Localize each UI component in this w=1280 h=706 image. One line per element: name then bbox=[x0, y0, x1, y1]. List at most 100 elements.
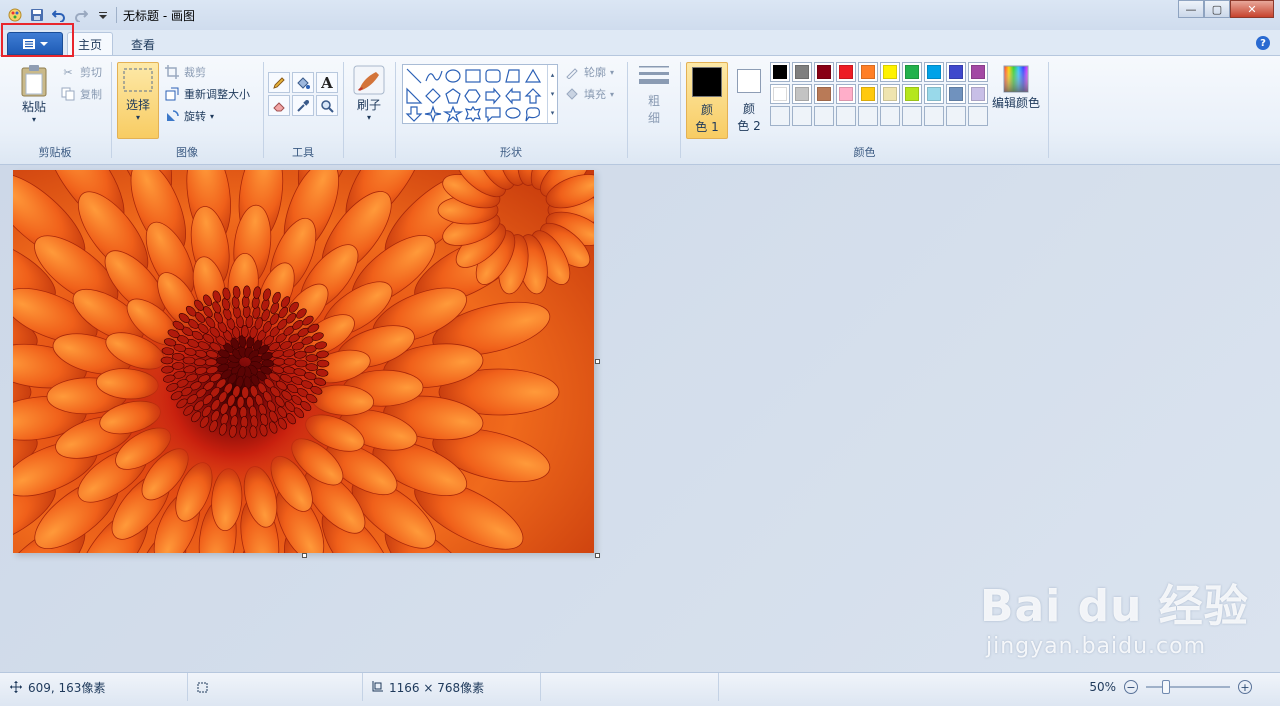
palette-color-1-6[interactable] bbox=[902, 84, 922, 104]
rotate-button[interactable]: 旋转 ▾ bbox=[164, 106, 214, 126]
pencil-icon[interactable] bbox=[268, 72, 290, 93]
palette-color-1-2[interactable] bbox=[814, 84, 834, 104]
palette-swatch bbox=[927, 65, 941, 79]
palette-color-1-7[interactable] bbox=[924, 84, 944, 104]
zoom-in-button[interactable]: + bbox=[1238, 680, 1252, 694]
undo-icon[interactable] bbox=[50, 6, 68, 24]
palette-custom-empty[interactable] bbox=[858, 106, 878, 126]
magnifier-icon[interactable] bbox=[316, 95, 338, 116]
select-icon bbox=[123, 68, 153, 92]
palette-color-0-7[interactable] bbox=[924, 62, 944, 82]
palette-custom-empty[interactable] bbox=[968, 106, 988, 126]
selection-icon bbox=[194, 679, 210, 695]
ribbon-separator bbox=[627, 62, 628, 158]
line-size-icon bbox=[639, 66, 669, 84]
palette-color-1-8[interactable] bbox=[946, 84, 966, 104]
zoom-slider[interactable] bbox=[1146, 679, 1230, 695]
edit-colors-button[interactable]: 编辑颜色 bbox=[990, 64, 1042, 111]
fill-bucket-icon[interactable] bbox=[292, 72, 314, 93]
palette-color-0-6[interactable] bbox=[902, 62, 922, 82]
palette-custom-empty[interactable] bbox=[924, 106, 944, 126]
palette-color-0-2[interactable] bbox=[814, 62, 834, 82]
redo-icon[interactable] bbox=[72, 6, 90, 24]
resize-handle-bottom[interactable] bbox=[302, 553, 307, 558]
color1-button[interactable]: 颜 色 1 bbox=[686, 62, 728, 139]
palette-color-0-3[interactable] bbox=[836, 62, 856, 82]
color2-button[interactable]: 颜 色 2 bbox=[729, 62, 769, 139]
minimize-button[interactable]: — bbox=[1178, 0, 1204, 18]
menu-icon bbox=[23, 38, 35, 49]
palette-color-0-5[interactable] bbox=[880, 62, 900, 82]
shapes-scrollbar[interactable]: ▴ ▾ ▾ bbox=[547, 65, 557, 123]
edit-colors-icon bbox=[1003, 65, 1029, 93]
palette-color-0-0[interactable] bbox=[770, 62, 790, 82]
palette-color-0-4[interactable] bbox=[858, 62, 878, 82]
zoom-slider-track bbox=[1146, 686, 1230, 688]
tab-view[interactable]: 查看 bbox=[121, 32, 165, 56]
color-picker-icon[interactable] bbox=[292, 95, 314, 116]
palette-custom-empty[interactable] bbox=[880, 106, 900, 126]
fill-button[interactable]: 填充 ▾ bbox=[564, 84, 614, 104]
palette-color-0-1[interactable] bbox=[792, 62, 812, 82]
chevron-down-icon: ▾ bbox=[610, 67, 615, 77]
palette-custom-empty[interactable] bbox=[792, 106, 812, 126]
paste-button[interactable]: 粘贴 ▾ bbox=[14, 64, 54, 124]
canvas-image[interactable] bbox=[13, 170, 594, 553]
image-group: 选择 ▾ 裁剪 重新调整大小 旋转 ▾ 图像 bbox=[112, 56, 262, 164]
maximize-button[interactable]: ▢ bbox=[1204, 0, 1230, 18]
tab-home[interactable]: 主页 bbox=[67, 32, 114, 56]
palette-swatch bbox=[971, 65, 985, 79]
customize-qat-icon[interactable] bbox=[94, 6, 112, 24]
chevron-up-icon[interactable]: ▴ bbox=[551, 71, 555, 79]
palette-color-1-3[interactable] bbox=[836, 84, 856, 104]
palette-color-1-1[interactable] bbox=[792, 84, 812, 104]
title-bar: 无标题 - 画图 — ▢ ✕ bbox=[0, 0, 1280, 30]
palette-custom-empty[interactable] bbox=[836, 106, 856, 126]
palette-color-1-5[interactable] bbox=[880, 84, 900, 104]
palette-color-1-0[interactable] bbox=[770, 84, 790, 104]
outline-button[interactable]: 轮廓 ▾ bbox=[564, 62, 614, 82]
flower-floret bbox=[283, 357, 297, 366]
palette-custom-empty[interactable] bbox=[902, 106, 922, 126]
crop-button[interactable]: 裁剪 bbox=[164, 62, 206, 82]
cut-button[interactable]: ✂ 剪切 bbox=[60, 62, 102, 82]
minimize-icon: — bbox=[1185, 2, 1197, 16]
palette-color-1-4[interactable] bbox=[858, 84, 878, 104]
resize-handle-right[interactable] bbox=[595, 359, 600, 364]
zoom-out-button[interactable]: − bbox=[1124, 680, 1138, 694]
size-button[interactable]: 粗 细 bbox=[634, 64, 674, 126]
cursor-position: 609, 163像素 bbox=[8, 673, 188, 701]
save-icon[interactable] bbox=[28, 6, 46, 24]
flower-image bbox=[13, 170, 594, 553]
copy-button[interactable]: 复制 bbox=[60, 84, 102, 104]
palette-color-0-8[interactable] bbox=[946, 62, 966, 82]
palette-color-0-9[interactable] bbox=[968, 62, 988, 82]
paint-menu-button[interactable] bbox=[7, 32, 63, 55]
close-button[interactable]: ✕ bbox=[1230, 0, 1274, 18]
resize-button[interactable]: 重新调整大小 bbox=[164, 84, 250, 104]
flower-floret bbox=[182, 356, 196, 365]
palette-color-1-9[interactable] bbox=[968, 84, 988, 104]
palette-custom-empty[interactable] bbox=[946, 106, 966, 126]
paint-app-icon[interactable] bbox=[6, 6, 24, 24]
brushes-button[interactable]: 刷子 ▾ bbox=[350, 64, 388, 122]
palette-custom-empty[interactable] bbox=[770, 106, 790, 126]
color1-swatch bbox=[692, 67, 722, 97]
quick-access-toolbar bbox=[0, 6, 112, 24]
maximize-icon: ▢ bbox=[1211, 2, 1223, 16]
eraser-icon[interactable] bbox=[268, 95, 290, 116]
text-icon[interactable]: A bbox=[316, 72, 338, 93]
select-button[interactable]: 选择 ▾ bbox=[117, 62, 159, 139]
flower-floret bbox=[272, 357, 286, 366]
chevron-down-icon[interactable]: ▾ bbox=[551, 90, 555, 98]
resize-handle-corner[interactable] bbox=[595, 553, 600, 558]
palette-swatch bbox=[795, 87, 809, 101]
palette-custom-empty[interactable] bbox=[814, 106, 834, 126]
shapes-gallery[interactable]: ▴ ▾ ▾ bbox=[402, 64, 558, 124]
help-icon[interactable]: ? bbox=[1256, 36, 1270, 50]
outline-icon bbox=[564, 64, 580, 80]
zoom-slider-thumb[interactable] bbox=[1162, 680, 1170, 694]
expand-icon[interactable]: ▾ bbox=[551, 109, 555, 117]
image-size: 1166 × 768像素 bbox=[363, 673, 541, 701]
image-group-label: 图像 bbox=[176, 146, 198, 159]
